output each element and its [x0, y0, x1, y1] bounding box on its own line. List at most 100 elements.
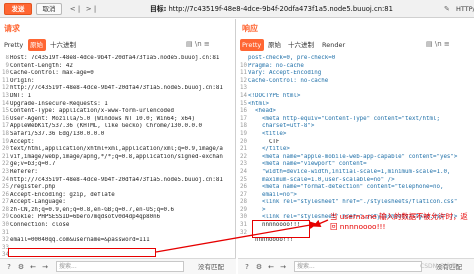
tab-raw[interactable]: 原始: [266, 39, 284, 51]
tab-render[interactable]: Render: [320, 39, 346, 51]
prev-match-icon[interactable]: ←: [266, 262, 276, 272]
newline-icon[interactable]: \n: [435, 40, 442, 48]
line-number: 24: [240, 168, 247, 175]
code-line[interactable]: "width=device-width,initial-scale=1,mini…: [248, 169, 472, 177]
http-version-label[interactable]: HTTP/: [456, 4, 474, 14]
help-icon[interactable]: ?: [4, 262, 14, 272]
tab-hex[interactable]: 十六进制: [286, 39, 318, 51]
help-icon[interactable]: ?: [242, 262, 252, 272]
code-line[interactable]: Referer:: [10, 169, 234, 177]
inspector-icon[interactable]: ▤: [426, 40, 433, 48]
code-line[interactable]: [248, 85, 472, 93]
code-line[interactable]: email=00040qq.com&username=&password=111: [10, 237, 234, 245]
target-label: 目标:: [150, 5, 167, 13]
code-line[interactable]: Cache-Control: no-cache: [248, 78, 472, 86]
code-line[interactable]: Connection: close: [10, 222, 234, 230]
code-line[interactable]: text/html,application/xhtml+xml,applicat…: [10, 146, 234, 154]
request-lines[interactable]: Host: 7c43519f-48e8-4dce-9b4f-20dfa473f1…: [10, 55, 234, 245]
send-button[interactable]: 发送: [4, 3, 32, 15]
code-line[interactable]: ge;v=b3;q=0.7: [10, 161, 234, 169]
code-line[interactable]: /register.php: [10, 184, 234, 192]
settings-icon[interactable]: ⚙: [16, 262, 26, 272]
code-line[interactable]: charset=utf-8">: [248, 123, 472, 131]
code-line[interactable]: Host: 7c43519f-48e8-4dce-9b4f-20dfa473f1…: [10, 55, 234, 63]
line-number: 20: [2, 146, 9, 153]
line-number: [238, 55, 247, 63]
code-line[interactable]: <head>: [248, 108, 472, 116]
line-number: 20: [240, 138, 247, 145]
code-line[interactable]: http://7c43519f-48e8-4dce-9b4f-20dfa473f…: [10, 177, 234, 185]
code-line[interactable]: <link rel="stylesheet" href="./styleshee…: [248, 199, 472, 207]
line-number: 15: [240, 100, 247, 107]
code-line[interactable]: <html>: [248, 101, 472, 109]
code-line[interactable]: Safari/537.36 Edg/130.0.0.0: [10, 131, 234, 139]
code-line[interactable]: AppleWebKit/537.36 (KHTML, like Gecko) C…: [10, 123, 234, 131]
response-pane-icons: ▤ \n ≡: [426, 40, 450, 48]
code-line[interactable]: <!DOCTYPE html>: [248, 93, 472, 101]
line-number: 19: [240, 130, 247, 137]
settings-icon[interactable]: ⚙: [254, 262, 264, 272]
line-number: 18: [240, 123, 247, 130]
menu-icon[interactable]: ≡: [204, 40, 210, 48]
line-number: 25: [240, 176, 247, 183]
next-match-icon[interactable]: →: [278, 262, 288, 272]
code-line[interactable]: http://7c43519f-48e8-4dce-9b4f-20dfa473f…: [10, 85, 234, 93]
forward-icon[interactable]: > |: [84, 4, 98, 14]
response-output-highlight: [252, 220, 310, 238]
response-search-input[interactable]: 搜索...: [294, 261, 422, 272]
code-line[interactable]: Pragma: no-cache: [248, 63, 472, 71]
code-line[interactable]: <meta name="format-detection" content="t…: [248, 184, 472, 192]
code-line[interactable]: nnnnoooo!!!: [248, 237, 472, 245]
back-icon[interactable]: < |: [68, 4, 82, 14]
code-line[interactable]: Accept:: [10, 139, 234, 147]
line-number: 25: [2, 184, 9, 191]
line-number: 17: [2, 123, 9, 130]
request-editor[interactable]: 8 9 10 11 12 13 14 15 16 17 18 19 20 21 22 23 24 25 26 27 28…: [0, 55, 236, 257]
line-number: 32: [240, 229, 247, 236]
code-line[interactable]: Origin:: [10, 78, 234, 86]
menu-icon[interactable]: ≡: [444, 40, 450, 48]
tab-hex[interactable]: 十六进制: [48, 39, 80, 51]
line-number: 11: [240, 70, 247, 77]
tab-pretty[interactable]: Pretty: [240, 39, 264, 51]
prev-match-icon[interactable]: ←: [28, 262, 38, 272]
code-line[interactable]: Cache-Control: max-age=0: [10, 70, 234, 78]
code-line[interactable]: Upgrade-Insecure-Requests: 1: [10, 101, 234, 109]
next-match-icon[interactable]: →: [40, 262, 50, 272]
code-line[interactable]: [10, 230, 234, 238]
code-line[interactable]: </title>: [248, 146, 472, 154]
request-search-input[interactable]: 搜索...: [56, 261, 184, 272]
target-url-value[interactable]: http://7c43519f-48e8-4dce-9b4f-20dfa473f…: [168, 5, 392, 13]
code-line[interactable]: Content-Type: application/x-www-form-url…: [10, 108, 234, 116]
code-line[interactable]: User-Agent: Mozilla/5.0 (Windows NT 10.0…: [10, 116, 234, 124]
code-line[interactable]: Vary: Accept-Encoding: [248, 70, 472, 78]
request-line-numbers: 8 9 10 11 12 13 14 15 16 17 18 19 20 21 22 23 24 25 26 27 28…: [0, 55, 9, 257]
line-number: 21: [240, 146, 247, 153]
tab-raw[interactable]: 原始: [28, 39, 46, 51]
code-line[interactable]: maximum-scale=1.0,user-scalable=no" />: [248, 177, 472, 185]
code-line[interactable]: Accept-Encoding: gzip, deflate: [10, 192, 234, 200]
code-line[interactable]: vif,image/webp,image/apng,*/*;q=0.8,appl…: [10, 154, 234, 162]
code-line[interactable]: post-check=0, pre-check=0: [248, 55, 472, 63]
code-line[interactable]: <title>: [248, 131, 472, 139]
cancel-button[interactable]: 取消: [36, 3, 62, 15]
newline-icon[interactable]: \n: [195, 40, 202, 48]
code-line[interactable]: Content-Length: 42: [10, 63, 234, 71]
top-toolbar: 发送 取消 < | > | 目标: http://7c43519f-48e8-4…: [0, 0, 474, 18]
code-line[interactable]: DNT: 1: [10, 93, 234, 101]
edit-target-icon[interactable]: ✎: [444, 4, 450, 14]
line-number: 31: [2, 229, 9, 236]
inspector-icon[interactable]: ▤: [186, 40, 193, 48]
code-line[interactable]: Cookie: PHPSESSID=6bero7mqdsotv0d4dp4qp8…: [10, 214, 234, 222]
code-line[interactable]: <meta http-equiv="Content-Type" content=…: [248, 116, 472, 124]
code-line[interactable]: Accept-Language:: [10, 199, 234, 207]
code-line[interactable]: CTF: [248, 139, 472, 147]
code-line[interactable]: <meta name="viewport" content=: [248, 161, 472, 169]
code-line[interactable]: <meta name="apple-mobile-web-app-capable…: [248, 154, 472, 162]
line-number: 26: [2, 191, 9, 198]
code-line[interactable]: zh-CN,zh;q=0.9,en;q=0.8,en-GB;q=0.7,en-U…: [10, 207, 234, 215]
line-number: 12: [240, 77, 247, 84]
tab-pretty[interactable]: Pretty: [2, 39, 26, 51]
line-number: 23: [2, 168, 9, 175]
code-line[interactable]: email=no">: [248, 192, 472, 200]
